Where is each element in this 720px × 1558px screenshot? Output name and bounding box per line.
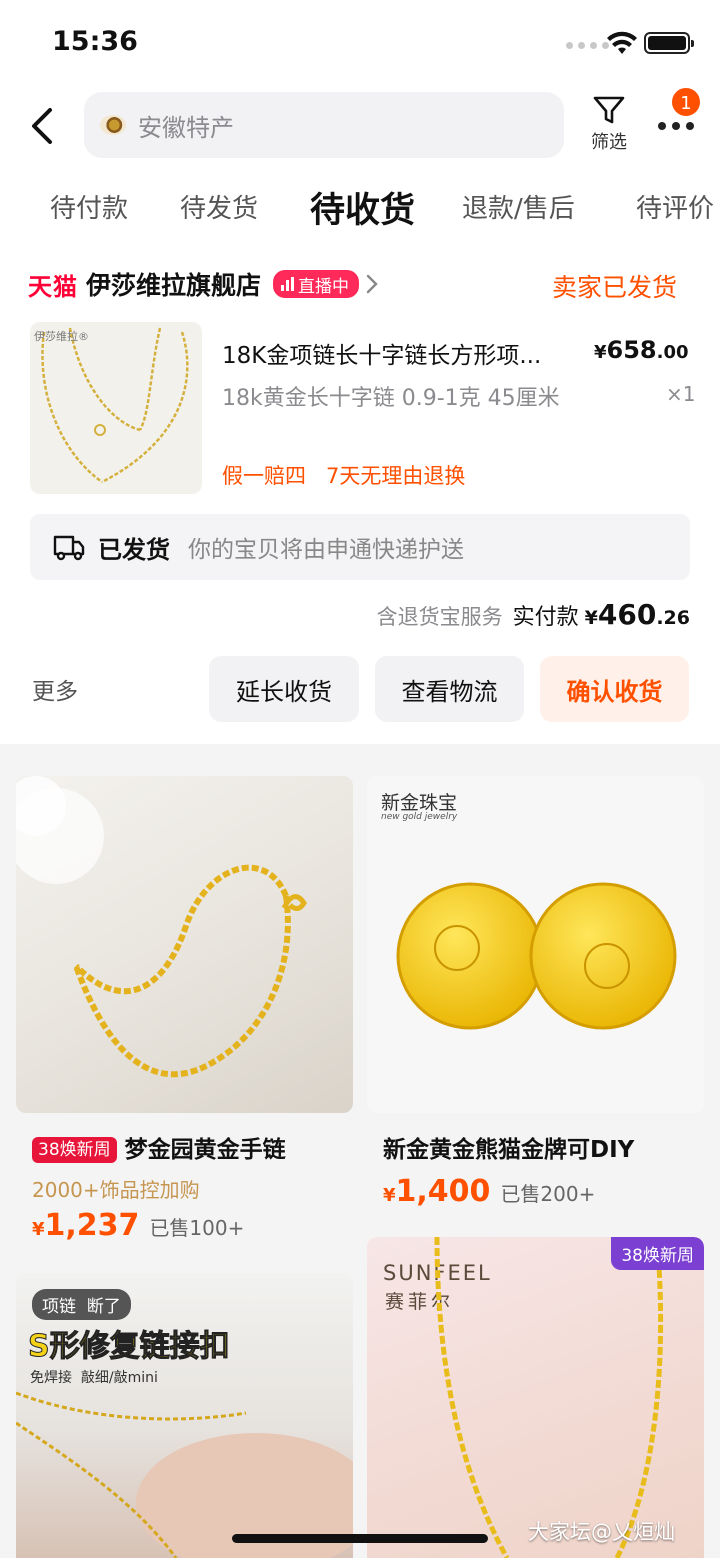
feed-item-title-text: 梦金园黄金手链	[124, 1137, 286, 1163]
search-text: 安徽特产	[138, 113, 234, 142]
payment-summary: 含退货宝服务 实付款 ¥460.26	[377, 598, 690, 631]
filter-icon	[593, 96, 625, 124]
feed-item-price-symbol: ¥	[32, 1219, 45, 1240]
product-price-dec: .00	[656, 342, 689, 363]
chevron-right-icon	[366, 274, 378, 294]
tmall-logo: 天猫	[28, 272, 78, 301]
live-badge-label: 直播中	[298, 276, 350, 297]
product-sku: 18k黄金长十字链 0.9-1克 45厘米	[222, 386, 560, 411]
bracelet-illustration	[16, 776, 307, 1078]
product-image[interactable]: 伊莎维拉®	[30, 322, 202, 494]
logistics-title: 已发货	[98, 535, 170, 564]
confirm-receipt-button[interactable]: 确认收货	[540, 656, 689, 722]
logistics-text: 你的宝贝将由申通快递护送	[188, 537, 464, 563]
feed-item-sold: 已售200+	[500, 1182, 596, 1206]
wifi-icon	[607, 31, 637, 54]
product-thumbnail-icon	[100, 115, 126, 135]
product-title[interactable]: 18K金项链长十字链长方形项...	[222, 336, 582, 370]
paid-amount-int: 460	[597, 598, 657, 631]
tab-pending-payment[interactable]: 待付款	[50, 188, 128, 225]
feed-item-image[interactable]: 项链 断了 S形修复链接扣 免焊接 敲细/敲mini	[16, 1273, 353, 1558]
feed-item-subtitle: 2000+饰品控加购	[32, 1178, 200, 1202]
product-guarantees: 假一赔四 7天无理由退换	[222, 464, 466, 488]
feed-item-title[interactable]: 新金黄金熊猫金牌可DIY	[383, 1130, 634, 1164]
feed-item-price-value: 1,237	[44, 1208, 140, 1243]
home-indicator[interactable]	[232, 1534, 488, 1543]
logistics-bar[interactable]: 已发货 你的宝贝将由申通快递护送	[30, 514, 690, 580]
product-quantity: ×1	[666, 382, 696, 406]
finger-chain-illustration	[16, 1391, 353, 1558]
status-bar: 15:36	[0, 0, 720, 88]
search-bar[interactable]: 安徽特产	[84, 92, 564, 158]
shop-row[interactable]: 天猫 伊莎维拉旗舰店 直播中	[28, 262, 379, 306]
back-arrow-icon[interactable]	[26, 104, 62, 148]
feed-item-title[interactable]: 38焕新周 梦金园黄金手链	[32, 1130, 286, 1164]
feed-item-price-symbol: ¥	[383, 1185, 396, 1206]
feed-item-price-value: 1,400	[395, 1174, 491, 1209]
shop-name: 伊莎维拉旗舰店	[86, 271, 262, 300]
cellular-signal-icon	[566, 42, 609, 49]
extend-receipt-button[interactable]: 延长收货	[209, 656, 359, 722]
tab-pending-shipment[interactable]: 待发货	[180, 188, 258, 225]
filter-label: 筛选	[591, 132, 627, 153]
product-price-int: 658	[606, 336, 657, 364]
feed-item-image[interactable]	[16, 776, 353, 1113]
tab-refund-aftersales[interactable]: 退款/售后	[462, 188, 575, 225]
view-logistics-button[interactable]: 查看物流	[375, 656, 524, 722]
delivery-truck-icon	[53, 535, 85, 561]
feed-item-sold: 已售100+	[149, 1216, 245, 1240]
more-button[interactable]: 更多	[32, 672, 78, 706]
product-brand-mark: 伊莎维拉®	[34, 330, 89, 343]
paid-amount-symbol: ¥	[584, 607, 598, 629]
feed-item-image[interactable]: 新金珠宝 new gold jewelry	[367, 776, 704, 1113]
watermark: 大家坛@乂烜灿	[528, 1520, 675, 1544]
order-status: 卖家已发货	[552, 273, 678, 302]
live-badge: 直播中	[273, 270, 360, 298]
paid-amount: ¥460.26	[585, 598, 690, 631]
necklace-illustration	[434, 1237, 664, 1558]
promo-tag: 38焕新周	[32, 1137, 117, 1163]
live-bars-icon	[281, 277, 295, 291]
return-service-label: 含退货宝服务	[376, 605, 503, 629]
product-price-symbol: ¥	[594, 342, 607, 363]
tab-pending-review[interactable]: 待评价	[636, 188, 714, 225]
tab-pending-receipt[interactable]: 待收货	[310, 182, 415, 233]
notification-badge: 1	[670, 86, 702, 118]
status-time: 15:36	[52, 26, 138, 57]
product-price: ¥658.00	[594, 336, 689, 364]
battery-icon	[644, 32, 694, 54]
filter-button[interactable]: 筛选	[584, 94, 634, 160]
necklace-illustration	[41, 327, 189, 484]
order-tabs: 待付款 待发货 待收货 退款/售后 待评价	[0, 180, 720, 240]
paid-label: 实付款	[512, 605, 579, 630]
paid-amount-dec: .26	[656, 607, 690, 629]
feed-item-price: ¥1,400 已售200+	[383, 1174, 595, 1209]
promo-corner-tag: 38焕新周	[611, 1237, 704, 1270]
feed-item-price: ¥1,237 已售100+	[32, 1208, 244, 1243]
gold-coin-illustration	[396, 882, 677, 1030]
feed-item-image[interactable]: SUNFEEL 赛菲尔 38焕新周	[367, 1237, 704, 1558]
